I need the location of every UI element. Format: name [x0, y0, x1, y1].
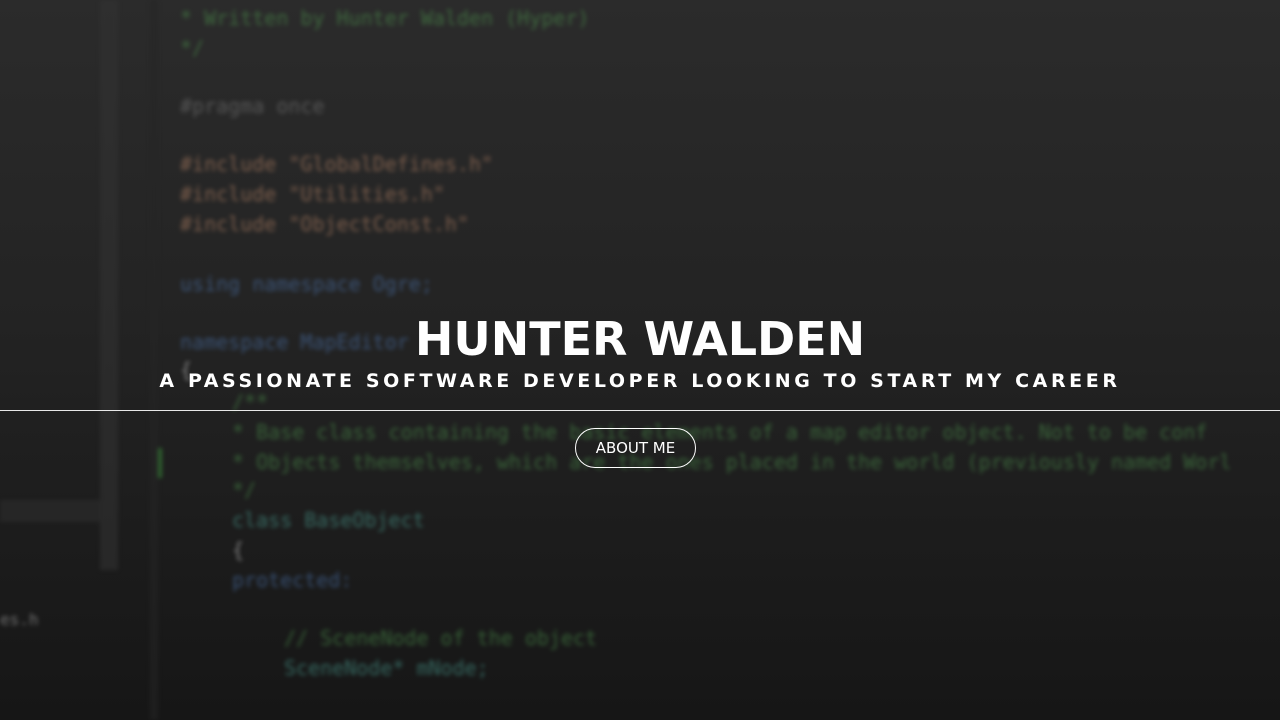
code-line: #pragma once: [180, 94, 325, 118]
about-me-button[interactable]: ABOUT ME: [575, 428, 696, 468]
hero-divider: [0, 410, 1280, 411]
change-marker: [158, 448, 162, 478]
code-line: {: [232, 538, 245, 562]
code-line: protected:: [232, 568, 353, 592]
editor-scrollbar: [100, 0, 118, 570]
file-tree-item: es.h: [0, 610, 39, 629]
code-line: #include "GlobalDefines.h": [180, 152, 494, 176]
code-line: SceneNode* mNode;: [284, 656, 489, 680]
code-line: * Objects themselves, which are the ones…: [232, 450, 1232, 474]
code-line: */: [180, 36, 205, 60]
code-line: * Written by Hunter Walden (Hyper): [180, 6, 590, 30]
code-line: * Base class containing the basic elemen…: [232, 420, 1208, 444]
code-line: using namespace Ogre;: [180, 272, 433, 296]
file-tree-highlight: [0, 500, 100, 522]
hero-section: es.h * Written by Hunter Walden (Hyper) …: [0, 0, 1280, 720]
hero-tagline: A PASSIONATE SOFTWARE DEVELOPER LOOKING …: [159, 370, 1121, 392]
code-line: class BaseObject: [232, 508, 425, 532]
code-line: #include "Utilities.h": [180, 182, 445, 206]
code-line: // SceneNode of the object: [284, 626, 598, 650]
hero-title: HUNTER WALDEN: [414, 312, 866, 366]
code-line: #include "ObjectConst.h": [180, 212, 469, 236]
code-line: */: [232, 478, 257, 502]
